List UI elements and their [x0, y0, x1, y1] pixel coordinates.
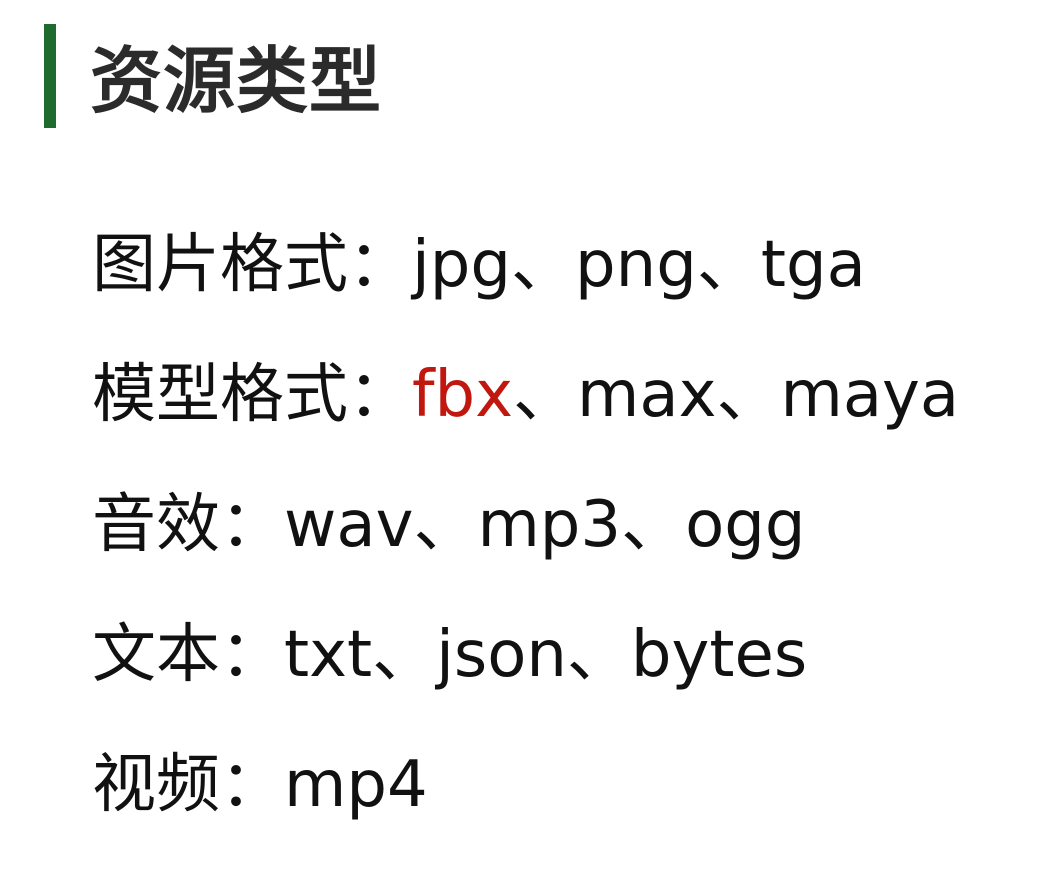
format-item: tga	[760, 228, 866, 302]
separator: 、	[372, 618, 437, 692]
line-label: 图片格式：	[92, 228, 412, 302]
format-item: maya	[780, 358, 960, 432]
format-item: png	[575, 228, 697, 302]
title-accent-bar	[44, 24, 56, 128]
separator: 、	[513, 358, 578, 432]
format-item: ogg	[685, 488, 806, 562]
format-item: bytes	[630, 618, 808, 692]
separator: 、	[566, 618, 631, 692]
line-label: 音效：	[92, 488, 284, 562]
separator: 、	[413, 488, 478, 562]
format-item: mp3	[477, 488, 622, 562]
line-image-formats: 图片格式：jpg、png、tga	[92, 210, 1032, 340]
format-item: wav	[284, 488, 414, 562]
separator: 、	[716, 358, 781, 432]
page-title: 资源类型	[90, 39, 383, 123]
slide: 资源类型 图片格式：jpg、png、tga 模型格式：fbx、max、maya …	[0, 0, 1038, 869]
line-text-formats: 文本：txt、json、bytes	[92, 600, 1032, 730]
separator: 、	[511, 228, 576, 302]
format-item: json	[436, 618, 567, 692]
line-label: 模型格式：	[92, 358, 412, 432]
format-item: txt	[284, 618, 373, 692]
line-model-formats: 模型格式：fbx、max、maya	[92, 340, 1032, 470]
line-label: 文本：	[92, 618, 284, 692]
format-item-highlighted: fbx	[412, 358, 514, 432]
separator: 、	[696, 228, 761, 302]
line-audio-formats: 音效：wav、mp3、ogg	[92, 470, 1032, 600]
format-item: max	[577, 358, 717, 432]
separator: 、	[621, 488, 686, 562]
resource-type-list: 图片格式：jpg、png、tga 模型格式：fbx、max、maya 音效：wa…	[92, 210, 1032, 860]
format-item: mp4	[284, 748, 428, 822]
line-label: 视频：	[92, 748, 284, 822]
line-video-formats: 视频：mp4	[92, 730, 1032, 860]
format-item: jpg	[412, 228, 512, 302]
